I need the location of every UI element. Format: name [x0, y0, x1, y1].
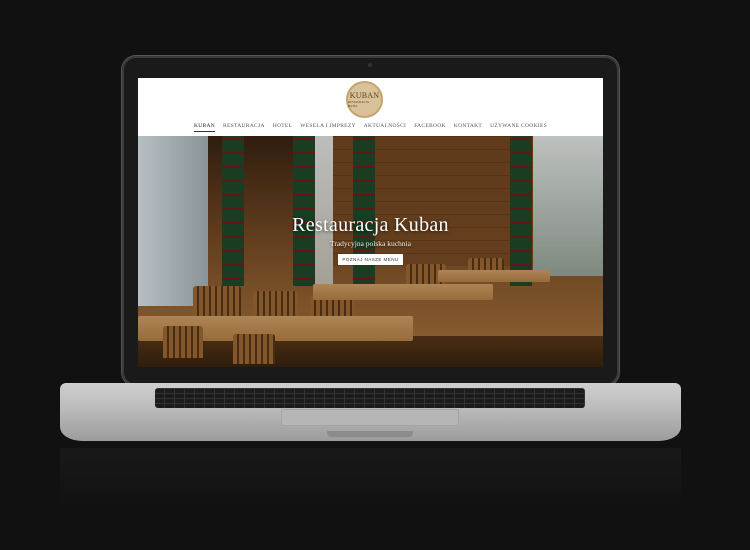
laptop-screen: KUBAN RESTAURACJA · HOTEL KUBAN RESTAURA… — [138, 78, 603, 367]
nav-item-restauracja[interactable]: RESTAURACJA — [223, 123, 265, 132]
site-logo[interactable]: KUBAN RESTAURACJA · HOTEL — [346, 81, 383, 118]
nav-item-aktualnosci[interactable]: AKTUALNOŚCI — [364, 123, 406, 132]
main-nav: KUBAN RESTAURACJA HOTEL WESELA I IMPREZY… — [138, 123, 603, 132]
keyboard — [155, 388, 585, 408]
logo-tagline: RESTAURACJA · HOTEL — [348, 100, 371, 108]
laptop-lid: KUBAN RESTAURACJA · HOTEL KUBAN RESTAURA… — [122, 56, 619, 386]
hero-title: Restauracja Kuban — [292, 214, 449, 236]
laptop-base — [60, 383, 681, 441]
nav-item-wesela[interactable]: WESELA I IMPREZY — [300, 123, 356, 132]
hero-subtitle: Tradycyjna polska kuchnia — [330, 239, 411, 248]
site-header: KUBAN RESTAURACJA · HOTEL KUBAN RESTAURA… — [138, 78, 603, 136]
logo-name: KUBAN — [349, 91, 380, 100]
nav-item-kuban[interactable]: KUBAN — [193, 123, 216, 132]
webcam-icon — [368, 63, 372, 67]
nav-item-kontakt[interactable]: KONTAKT — [454, 123, 482, 132]
trackpad — [281, 409, 459, 426]
nav-item-hotel[interactable]: HOTEL — [273, 123, 293, 132]
menu-button[interactable]: POZNAJ NASZE MENU — [338, 254, 403, 265]
nav-item-facebook[interactable]: FACEBOOK — [414, 123, 446, 132]
laptop-reflection — [60, 448, 681, 508]
hero-text: Restauracja Kuban Tradycyjna polska kuch… — [138, 214, 603, 266]
lid-notch — [327, 431, 413, 437]
hero-banner: Restauracja Kuban Tradycyjna polska kuch… — [138, 136, 603, 367]
nav-item-cookies[interactable]: UŻYWANE COOKIES — [490, 123, 547, 132]
